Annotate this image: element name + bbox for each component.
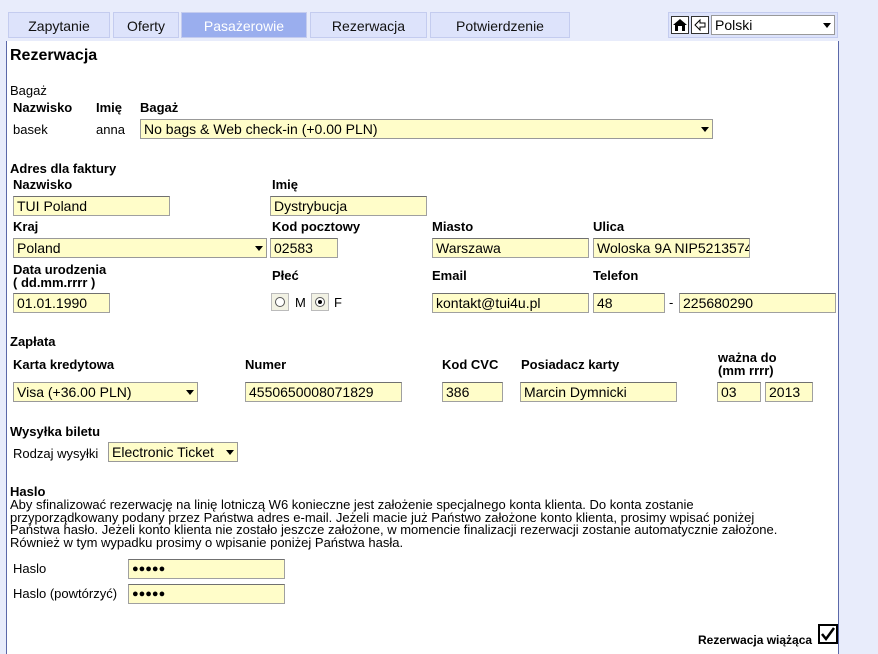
chevron-down-icon — [255, 246, 263, 251]
payment-card-value: Visa (+36.00 PLN) — [17, 384, 132, 400]
gender-f-radio[interactable] — [311, 293, 329, 311]
language-value: Polski — [715, 17, 753, 33]
tab-pasazerowie[interactable]: Pasażerowie — [181, 12, 307, 38]
ticket-type-select[interactable]: Electronic Ticket — [108, 442, 238, 462]
baggage-col-bag: Bagaż — [140, 100, 179, 115]
payment-card-select[interactable]: Visa (+36.00 PLN) — [13, 382, 198, 402]
baggage-select-value: No bags & Web check-in (+0.00 PLN) — [144, 121, 378, 137]
payment-valid-month-input[interactable]: 03 — [717, 382, 761, 402]
home-icon[interactable] — [671, 16, 689, 34]
gender-m-label: M — [295, 295, 306, 310]
chevron-down-icon — [226, 450, 234, 455]
chevron-down-icon — [823, 23, 831, 28]
chevron-down-icon — [186, 390, 194, 395]
invoice-phone-input[interactable]: 225680290 — [679, 293, 836, 313]
page-title: Rezerwacja — [10, 47, 98, 64]
invoice-dob-input[interactable]: 01.01.1990 — [13, 293, 110, 313]
invoice-city-input[interactable]: Warszawa — [432, 238, 589, 258]
invoice-country-select[interactable]: Poland — [13, 238, 267, 258]
payment-number-input[interactable]: 4550650008071829 — [245, 382, 402, 402]
invoice-phone-label: Telefon — [593, 268, 639, 283]
baggage-select[interactable]: No bags & Web check-in (+0.00 PLN) — [140, 119, 713, 139]
binding-reservation-label: Rezerwacja wiążąca — [698, 633, 813, 647]
gender-f-label: F — [334, 295, 342, 310]
payment-valid-format: (mm rrrr) — [718, 363, 774, 378]
invoice-surname-input[interactable]: TUI Poland — [13, 196, 170, 216]
password-info: Aby sfinalizować rezerwację na linię lot… — [10, 498, 835, 550]
invoice-street-label: Ulica — [593, 219, 625, 234]
payment-number-label: Numer — [245, 357, 287, 372]
password-repeat-label: Haslo (powtórzyć) — [13, 586, 118, 601]
invoice-street-input[interactable]: Woloska 9A NIP5213574 — [593, 238, 750, 258]
invoice-country-label: Kraj — [13, 219, 39, 234]
payment-cvc-label: Kod CVC — [442, 357, 499, 372]
payment-cvc-input[interactable]: 386 — [442, 382, 503, 402]
payment-holder-input[interactable]: Marcin Dymnicki — [520, 382, 677, 402]
baggage-surname: basek — [13, 122, 48, 137]
check-icon — [821, 627, 836, 642]
baggage-col-name: Imię — [96, 100, 123, 115]
invoice-phone-prefix-input[interactable]: 48 — [593, 293, 665, 313]
payment-holder-label: Posiadacz karty — [521, 357, 620, 372]
invoice-email-label: Email — [432, 268, 467, 283]
baggage-name: anna — [96, 122, 125, 137]
binding-reservation-checkbox[interactable] — [818, 624, 838, 644]
password-input[interactable]: ●●●●● — [128, 559, 285, 579]
invoice-name-label: Imię — [272, 177, 299, 192]
invoice-postcode-label: Kod pocztowy — [272, 219, 361, 234]
payment-section-title: Zapłata — [10, 334, 56, 349]
baggage-section-title: Bagaż — [10, 83, 47, 98]
invoice-surname-label: Nazwisko — [13, 177, 73, 192]
password-repeat-input[interactable]: ●●●●● — [128, 584, 285, 604]
tab-rezerwacja[interactable]: Rezerwacja — [310, 12, 427, 38]
phone-dash: - — [669, 295, 674, 310]
invoice-postcode-input[interactable]: 02583 — [270, 238, 338, 258]
invoice-city-label: Miasto — [432, 219, 474, 234]
baggage-col-surname: Nazwisko — [13, 100, 73, 115]
invoice-dob-format: ( dd.mm.rrrr ) — [13, 275, 96, 290]
language-select[interactable]: Polski — [711, 15, 835, 35]
invoice-name-input[interactable]: Dystrybucja — [270, 196, 427, 216]
gender-m-radio[interactable] — [271, 293, 289, 311]
password-label: Haslo — [13, 561, 47, 576]
payment-card-label: Karta kredytowa — [13, 357, 115, 372]
invoice-gender-label: Płeć — [272, 268, 299, 283]
payment-valid-year-input[interactable]: 2013 — [765, 382, 813, 402]
tab-zapytanie[interactable]: Zapytanie — [8, 12, 110, 38]
password-info-line-4: Również w tym wypadku prosimy o wpisanie… — [10, 534, 404, 550]
ticket-section-title: Wysyłka biletu — [10, 424, 101, 439]
radio-dot — [275, 297, 285, 307]
invoice-country-value: Poland — [17, 240, 61, 256]
ticket-type-value: Electronic Ticket — [112, 444, 214, 460]
invoice-email-input[interactable]: kontakt@tui4u.pl — [432, 293, 589, 313]
tab-oferty[interactable]: Oferty — [113, 12, 179, 38]
language-bar: Polski — [668, 12, 838, 38]
ticket-type-label: Rodzaj wysyłki — [13, 446, 99, 461]
tab-potwierdzenie[interactable]: Potwierdzenie — [430, 12, 570, 38]
invoice-section-title: Adres dla faktury — [10, 161, 117, 176]
chevron-down-icon — [701, 127, 709, 132]
radio-dot — [315, 297, 325, 307]
back-icon[interactable] — [691, 16, 709, 34]
